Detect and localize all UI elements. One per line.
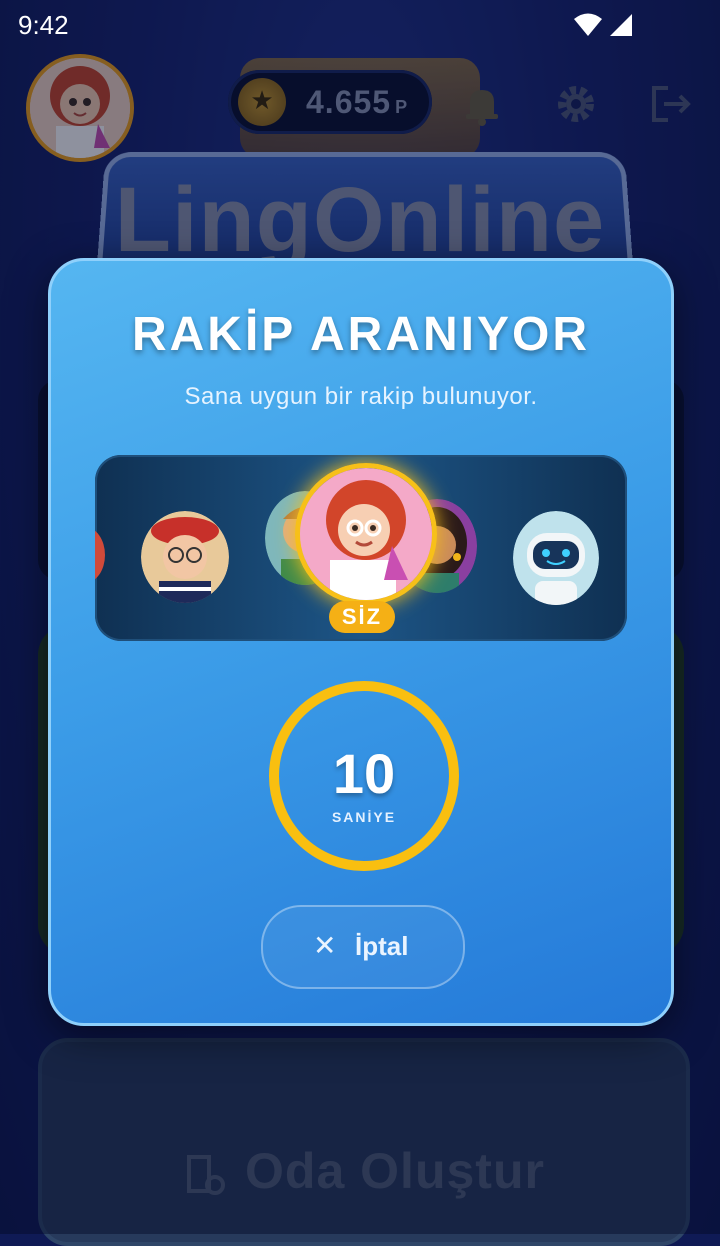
scientist-girl-icon <box>300 468 432 600</box>
robot-icon <box>513 511 599 605</box>
beret-woman-icon <box>141 511 229 603</box>
avatar-carousel: SİZ <box>95 455 627 641</box>
dialog-subtitle: Sana uygun bir rakip bulunuyor. <box>184 383 538 410</box>
player-avatar-selected <box>295 463 437 605</box>
partial-avatar <box>95 527 105 583</box>
cancel-button[interactable]: ✕ İptal <box>261 905 465 989</box>
status-bar: 9:42 <box>0 0 720 50</box>
beret-woman-avatar <box>141 511 229 603</box>
matchmaking-dialog: RAKİP ARANIYOR Sana uygun bir rakip bulu… <box>48 258 674 1026</box>
status-icons <box>572 12 636 43</box>
robot-avatar <box>513 511 599 605</box>
wifi-signal-icon <box>574 13 632 36</box>
cancel-label: İptal <box>355 931 409 961</box>
you-badge: SİZ <box>329 601 395 633</box>
timer-unit: SANİYE <box>331 809 397 825</box>
status-time: 9:42 <box>18 10 69 40</box>
close-icon: ✕ <box>313 930 337 961</box>
dialog-title: RAKİP ARANIYOR <box>131 308 591 361</box>
countdown-timer: 10 SANİYE <box>269 681 459 871</box>
timer-value: 10 <box>332 742 396 805</box>
